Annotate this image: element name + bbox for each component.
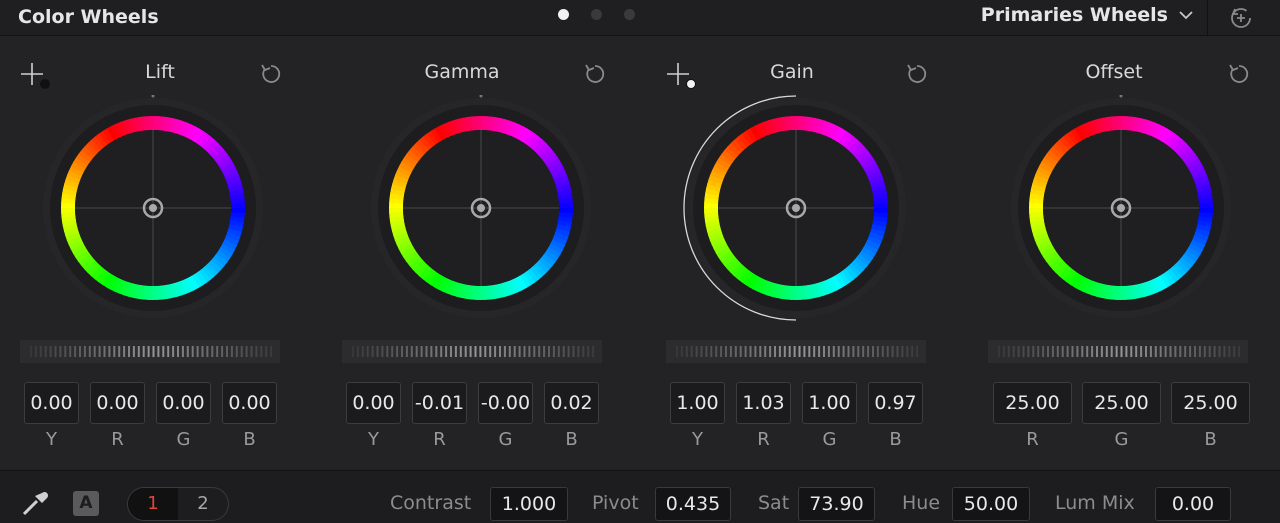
lum-mix-label: Lum Mix	[1055, 492, 1135, 514]
sat-field[interactable]: 73.90	[798, 487, 875, 521]
gain-g-label: G	[822, 429, 837, 450]
offset-r-label: R	[1026, 429, 1039, 450]
offset-value-fields: 25.00 R 25.00 G 25.00 B	[968, 382, 1280, 452]
gamma-g-field[interactable]: -0.00	[478, 382, 533, 424]
reset-arrow-icon[interactable]	[904, 61, 930, 87]
offset-b-field[interactable]: 25.00	[1171, 382, 1250, 424]
offset-color-wheel[interactable]	[1008, 94, 1234, 321]
offset-b-label: B	[1204, 429, 1217, 450]
gamma-b-label: B	[565, 429, 578, 450]
page-dots	[558, 9, 635, 20]
gamma-title: Gamma	[424, 61, 500, 83]
offset-r-field[interactable]: 25.00	[993, 382, 1072, 424]
header-divider	[1207, 0, 1208, 36]
gamma-master-slider[interactable]	[342, 340, 602, 363]
hue-field[interactable]: 50.00	[952, 487, 1030, 521]
pivot-label: Pivot	[592, 492, 639, 514]
gamma-g-label: G	[498, 429, 513, 450]
lift-panel: Lift 0.00 Y 0.00 R 0.00 G 0.00 B	[0, 37, 320, 467]
header-bar: Color Wheels Primaries Wheels	[0, 0, 1280, 36]
reset-arrow-icon[interactable]	[258, 61, 284, 87]
gain-g-field[interactable]: 1.00	[802, 382, 857, 424]
lift-master-slider[interactable]	[20, 340, 280, 363]
sat-label: Sat	[758, 492, 790, 514]
gain-r-label: R	[757, 429, 770, 450]
page-dot-3[interactable]	[624, 9, 635, 20]
page-dot-2[interactable]	[591, 9, 602, 20]
reset-arrow-icon[interactable]	[1226, 61, 1252, 87]
hue-label: Hue	[902, 492, 941, 514]
gamma-r-label: R	[433, 429, 446, 450]
gain-r-field[interactable]: 1.03	[736, 382, 791, 424]
lift-value-fields: 0.00 Y 0.00 R 0.00 G 0.00 B	[0, 382, 320, 452]
contrast-field[interactable]: 1.000	[490, 487, 568, 521]
lift-color-wheel[interactable]	[40, 94, 266, 321]
wheel-page-toggle: 1 2	[127, 487, 229, 521]
pivot-field[interactable]: 0.435	[655, 487, 731, 521]
offset-g-label: G	[1114, 429, 1129, 450]
mode-dropdown-label: Primaries Wheels	[980, 4, 1168, 26]
panel-title: Color Wheels	[18, 6, 159, 28]
gain-color-wheel[interactable]	[683, 95, 909, 321]
gamma-y-label: Y	[368, 429, 379, 450]
lift-g-label: G	[176, 429, 191, 450]
reset-arrow-icon[interactable]	[582, 61, 608, 87]
gain-y-label: Y	[692, 429, 703, 450]
reset-all-icon[interactable]	[1228, 5, 1254, 31]
gamma-y-field[interactable]: 0.00	[346, 382, 401, 424]
gain-master-slider[interactable]	[666, 340, 926, 363]
gamma-r-field[interactable]: -0.01	[412, 382, 467, 424]
lift-b-label: B	[243, 429, 256, 450]
lum-mix-field[interactable]: 0.00	[1155, 487, 1231, 521]
mode-dropdown[interactable]: Primaries Wheels	[981, 4, 1194, 26]
lift-y-label: Y	[46, 429, 57, 450]
gain-value-fields: 1.00 Y 1.03 R 1.00 G 0.97 B	[646, 382, 966, 452]
offset-panel: Offset 25.00 R 25.00 G 25.00 B	[968, 37, 1280, 467]
gain-b-label: B	[889, 429, 902, 450]
lift-r-field[interactable]: 0.00	[90, 382, 145, 424]
lift-y-field[interactable]: 0.00	[24, 382, 79, 424]
footer-bar: A 1 2 Contrast 1.000 Pivot 0.435 Sat 73.…	[0, 470, 1280, 523]
chevron-down-icon	[1179, 11, 1193, 20]
gamma-color-wheel[interactable]	[368, 94, 594, 321]
gain-panel: Gain 1.00 Y 1.03 R 1.00 G 0.97 B	[646, 37, 966, 467]
offset-master-slider[interactable]	[988, 340, 1248, 363]
lift-g-field[interactable]: 0.00	[156, 382, 211, 424]
gamma-value-fields: 0.00 Y -0.01 R -0.00 G 0.02 B	[322, 382, 642, 452]
lift-b-field[interactable]: 0.00	[222, 382, 277, 424]
gamma-panel: Gamma 0.00 Y -0.01 R -0.00 G 0.02 B	[322, 37, 642, 467]
lift-r-label: R	[111, 429, 124, 450]
contrast-label: Contrast	[390, 492, 472, 514]
gamma-b-field[interactable]: 0.02	[544, 382, 599, 424]
offset-g-field[interactable]: 25.00	[1082, 382, 1161, 424]
wheel-page-1-button[interactable]: 1	[128, 488, 178, 520]
gain-b-field[interactable]: 0.97	[868, 382, 923, 424]
eyedropper-icon[interactable]	[20, 486, 52, 518]
page-dot-1[interactable]	[558, 9, 569, 20]
wheel-page-2-button[interactable]: 2	[178, 488, 228, 520]
auto-balance-button[interactable]: A	[73, 491, 99, 516]
gain-y-field[interactable]: 1.00	[670, 382, 725, 424]
